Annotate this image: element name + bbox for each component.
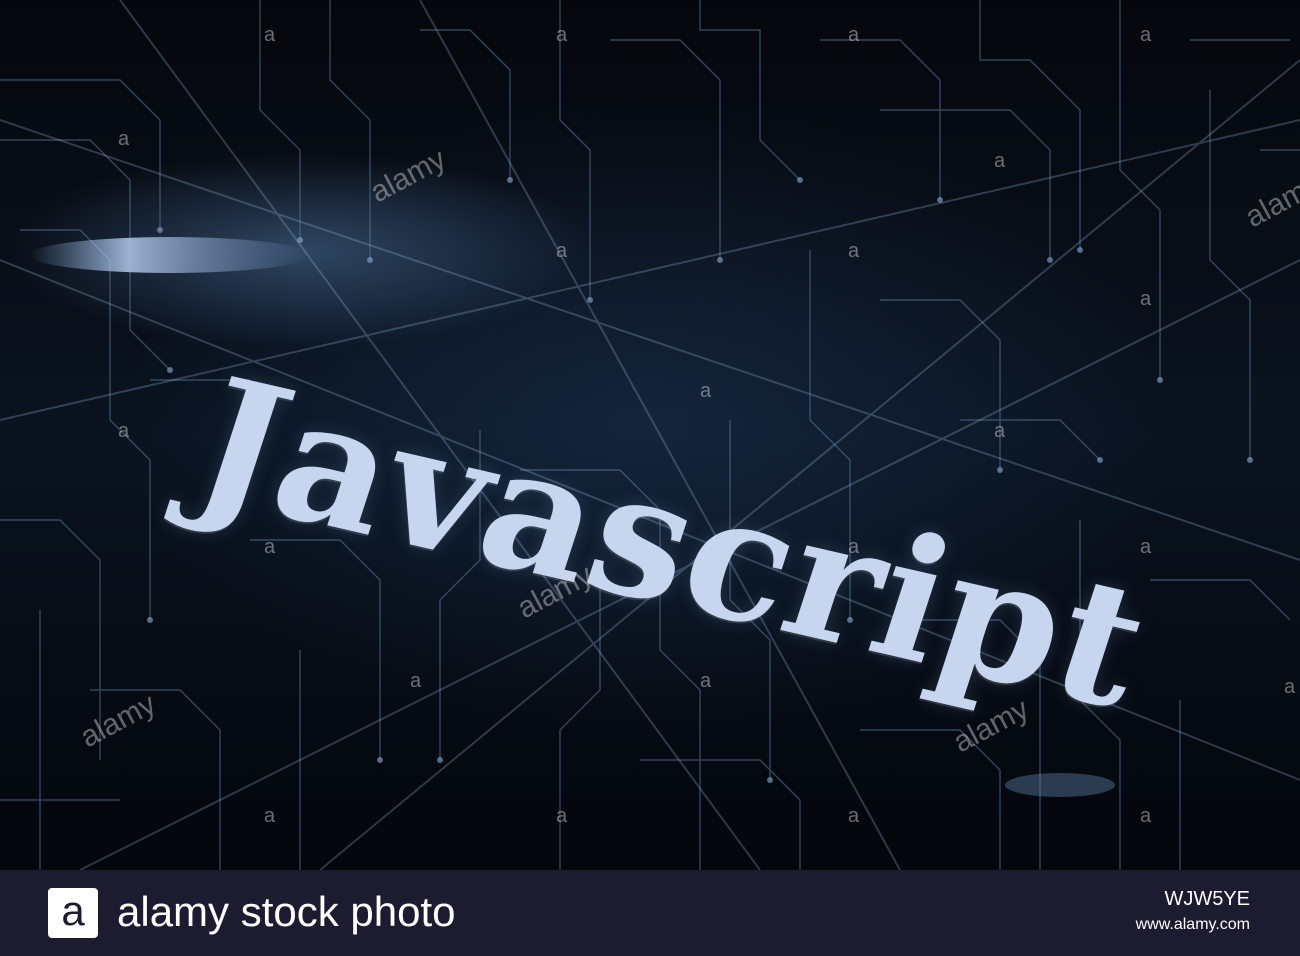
watermark-letter: a bbox=[848, 240, 860, 262]
watermark-letter: a bbox=[994, 150, 1006, 172]
stock-footer: a alamy stock photo WJW5YE www.alamy.com bbox=[0, 870, 1300, 956]
watermark-letter: a bbox=[1140, 24, 1152, 46]
watermark-letter: a bbox=[1140, 805, 1152, 827]
watermark-letter: a bbox=[264, 805, 276, 827]
circuit-board-background: Javascript alamy alamy alamy alamy alamy… bbox=[0, 0, 1300, 870]
stock-photo: Javascript alamy alamy alamy alamy alamy… bbox=[0, 0, 1300, 956]
alamy-logo-icon: a bbox=[48, 888, 98, 938]
brand-text: alamy stock photo bbox=[117, 888, 456, 935]
watermark-letter: a bbox=[410, 670, 422, 692]
watermark-letter: a bbox=[1284, 676, 1296, 698]
watermark-letter: a bbox=[848, 24, 860, 46]
logo-letter: a bbox=[61, 887, 85, 934]
watermark-letter: a bbox=[994, 420, 1006, 442]
image-id: WJW5YE bbox=[1164, 888, 1250, 910]
watermark-letter: a bbox=[118, 420, 130, 442]
watermark-letter: a bbox=[700, 670, 712, 692]
watermark-letter: a bbox=[264, 24, 276, 46]
watermark-letter: a bbox=[118, 128, 130, 150]
watermark-letter: a bbox=[556, 805, 568, 827]
watermark-letter: a bbox=[848, 805, 860, 827]
watermark-letter: a bbox=[1140, 536, 1152, 558]
watermark-letter: a bbox=[556, 240, 568, 262]
site-url: www.alamy.com bbox=[1135, 916, 1250, 933]
watermark-letter: a bbox=[556, 24, 568, 46]
watermark-letter: a bbox=[700, 380, 712, 402]
watermark-letter: a bbox=[264, 536, 276, 558]
watermark-letter: a bbox=[1140, 288, 1152, 310]
watermark-letter: a bbox=[848, 536, 860, 558]
